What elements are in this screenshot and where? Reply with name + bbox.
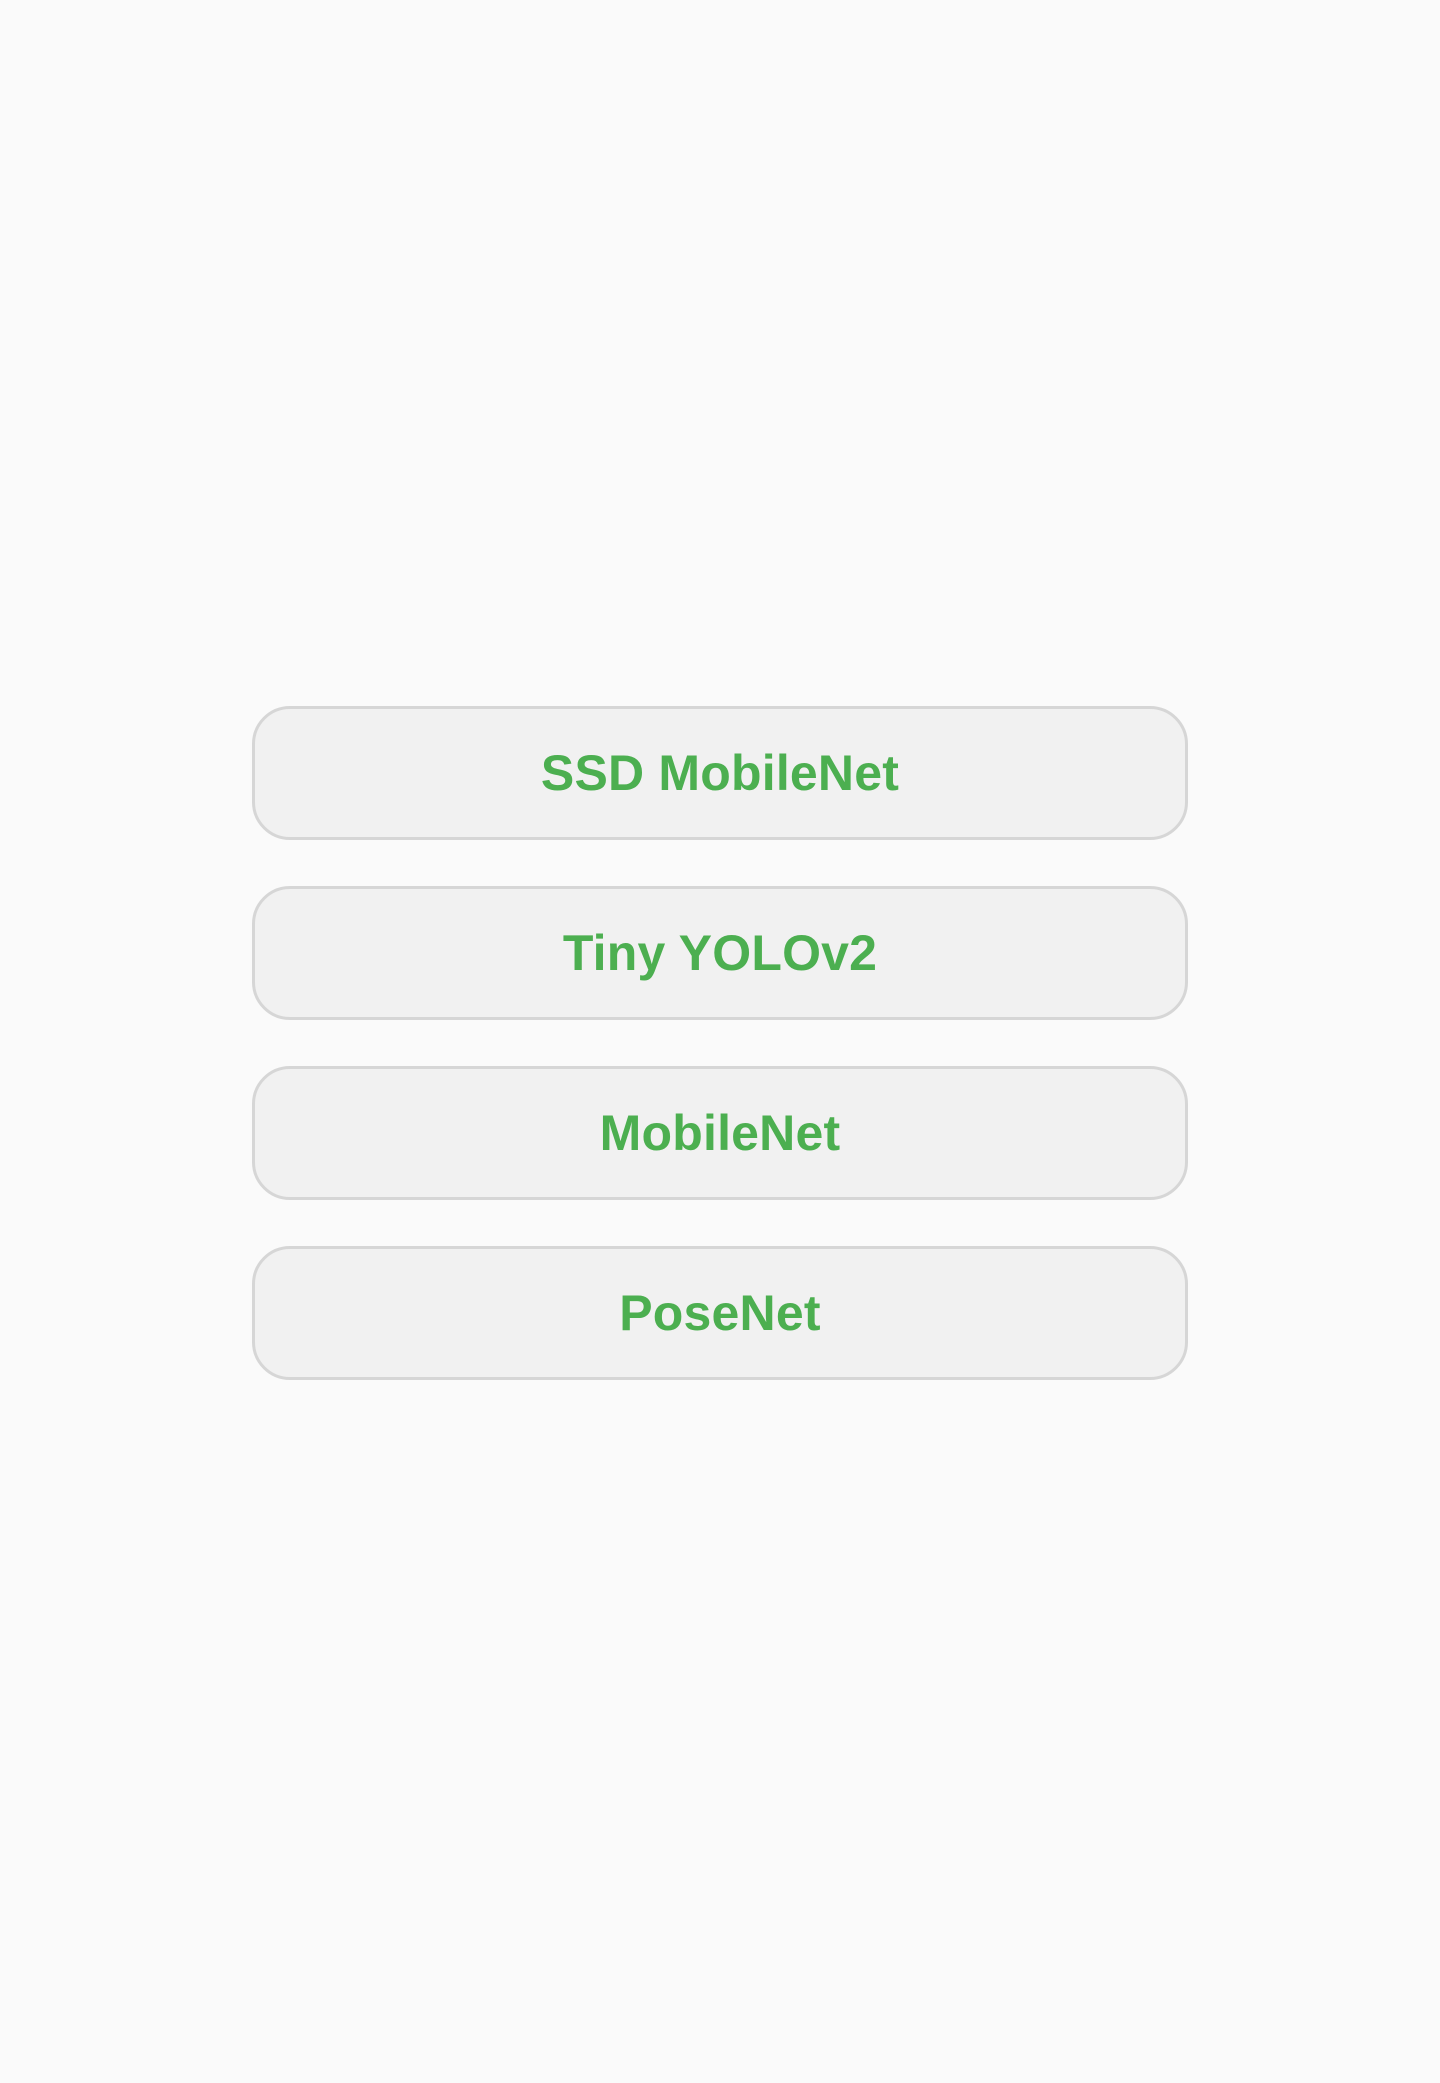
posenet-button[interactable]: PoseNet <box>252 1246 1188 1380</box>
posenet-label: PoseNet <box>619 1285 821 1341</box>
mobilenet-label: MobileNet <box>599 1105 841 1161</box>
ssd-mobilenet-label: SSD MobileNet <box>540 745 900 801</box>
mobilenet-button[interactable]: MobileNet <box>252 1066 1188 1200</box>
model-selection-menu: SSD MobileNet Tiny YOLOv2 MobileNet Pose… <box>252 706 1188 1380</box>
ssd-mobilenet-button[interactable]: SSD MobileNet <box>252 706 1188 840</box>
tiny-yolov2-button[interactable]: Tiny YOLOv2 <box>252 886 1188 1020</box>
tiny-yolov2-label: Tiny YOLOv2 <box>562 925 878 981</box>
app-screen: SSD MobileNet Tiny YOLOv2 MobileNet Pose… <box>0 0 1440 2083</box>
